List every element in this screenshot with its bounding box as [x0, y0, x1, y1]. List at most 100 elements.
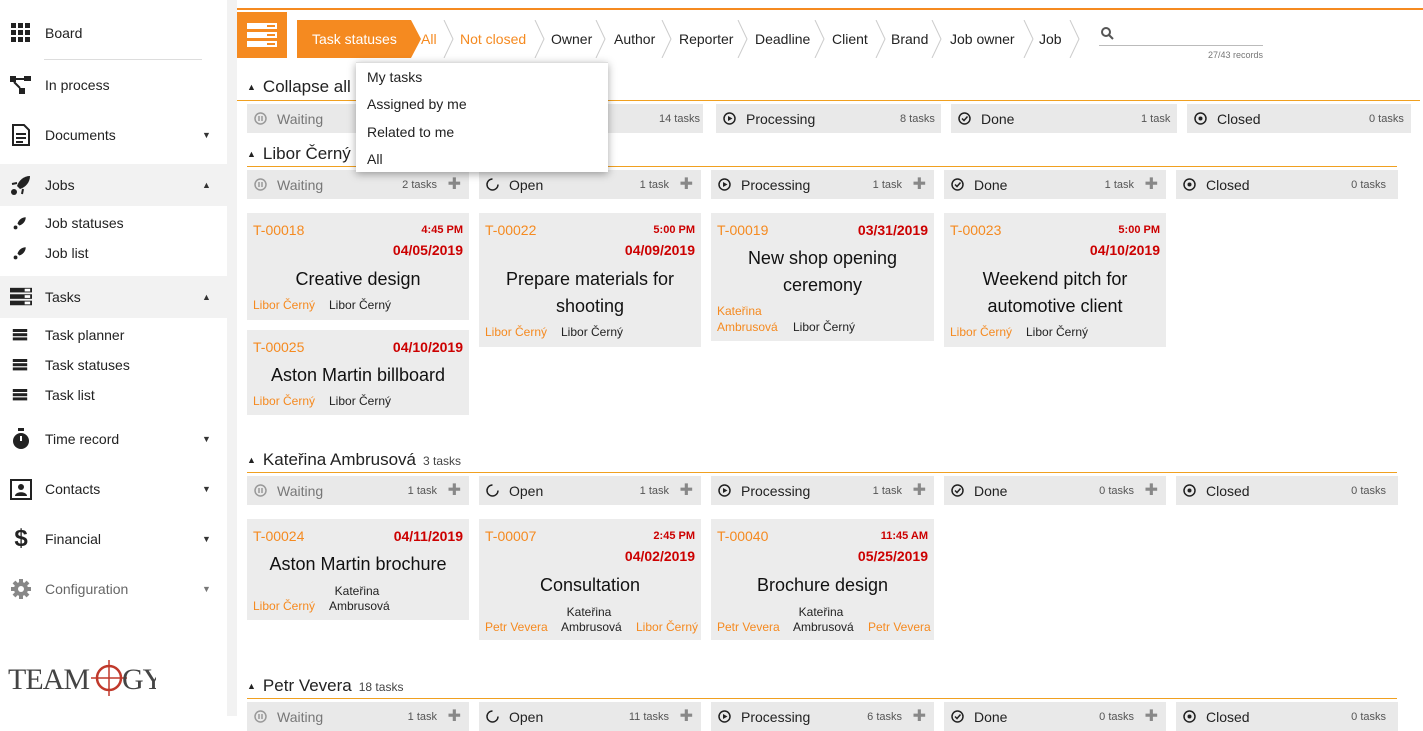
tasks-icon [12, 387, 28, 403]
column-count: 0 tasks [1351, 178, 1386, 191]
sidebar-item-jobs[interactable]: Jobs ▲ [0, 174, 227, 196]
task-card[interactable]: T-00040 11:45 AM 05/25/2019 Brochure des… [711, 519, 934, 640]
sidebar: Board In process Documents ▼ Jobs ▲ Job … [0, 0, 227, 716]
sidebar-item-job-statuses[interactable]: Job statuses [0, 214, 227, 232]
task-card[interactable]: T-00007 2:45 PM 04/02/2019 Consultation … [479, 519, 701, 640]
add-task-button[interactable]: ✚ [1145, 480, 1158, 500]
filter-job[interactable]: Job [1039, 20, 1062, 58]
sidebar-item-time-record[interactable]: Time record ▼ [0, 428, 227, 450]
add-task-button[interactable]: ✚ [680, 480, 693, 500]
column-label: Open [509, 708, 544, 725]
add-task-button[interactable]: ✚ [913, 480, 926, 500]
sidebar-item-task-planner[interactable]: Task planner [0, 326, 227, 344]
menu-button[interactable] [237, 12, 287, 58]
divider [247, 472, 1397, 473]
column-label: Done [981, 110, 1015, 127]
dropdown-item-my-tasks[interactable]: My tasks [367, 69, 422, 85]
status-column-header: Done 0 tasks ✚ [944, 476, 1166, 505]
sidebar-item-job-list[interactable]: Job list [0, 244, 227, 262]
pause-icon [254, 710, 267, 723]
group-header-katerina[interactable]: ▲ Kateřina Ambrusová 3 tasks [247, 450, 461, 470]
add-task-button[interactable]: ✚ [448, 480, 461, 500]
add-task-button[interactable]: ✚ [1145, 174, 1158, 194]
task-person: Libor Černý [253, 394, 316, 408]
filter-owner[interactable]: Owner [551, 20, 592, 58]
task-id[interactable]: T-00018 [253, 222, 304, 238]
task-id[interactable]: T-00019 [717, 222, 768, 238]
separator-chevron [814, 20, 825, 58]
add-task-button[interactable]: ✚ [913, 706, 926, 726]
rocket-icon [12, 245, 28, 261]
filter-reporter[interactable]: Reporter [679, 20, 733, 58]
add-task-button[interactable]: ✚ [448, 706, 461, 726]
column-count: 0 tasks [1099, 710, 1134, 723]
task-id[interactable]: T-00024 [253, 528, 304, 544]
add-task-button[interactable]: ✚ [913, 174, 926, 194]
check-circle-icon [951, 710, 964, 723]
dropdown-item-all[interactable]: All [367, 151, 383, 167]
sidebar-item-contacts[interactable]: Contacts ▼ [0, 478, 227, 500]
filter-deadline[interactable]: Deadline [755, 20, 810, 58]
filter-not-closed[interactable]: Not closed [460, 20, 526, 58]
column-count: 6 tasks [867, 710, 902, 723]
column-label: Closed [1217, 110, 1261, 127]
column-label: Closed [1206, 482, 1250, 499]
group-header-petr[interactable]: ▲ Petr Vevera 18 tasks [247, 676, 403, 696]
filter-brand[interactable]: Brand [891, 20, 928, 58]
column-label: Processing [746, 110, 816, 127]
sidebar-item-label: Configuration [45, 581, 129, 597]
add-task-button[interactable]: ✚ [680, 174, 693, 194]
task-id[interactable]: T-00040 [717, 528, 768, 544]
filter-job-owner[interactable]: Job owner [950, 20, 1015, 58]
task-id[interactable]: T-00007 [485, 528, 536, 544]
play-circle-icon [718, 178, 731, 191]
add-task-button[interactable]: ✚ [448, 174, 461, 194]
task-date: 04/02/2019 [624, 548, 695, 564]
collapse-all-toggle[interactable]: ▲ Collapse all [247, 77, 351, 97]
play-circle-icon [718, 484, 731, 497]
filter-author[interactable]: Author [614, 20, 655, 58]
sidebar-item-configuration[interactable]: Configuration ▼ [0, 578, 227, 600]
sidebar-item-tasks[interactable]: Tasks ▲ [0, 286, 227, 308]
task-id[interactable]: T-00022 [485, 222, 536, 238]
column-count: 0 tasks [1351, 710, 1386, 723]
sidebar-item-financial[interactable]: $ Financial ▼ [0, 525, 227, 552]
task-card[interactable]: T-00022 5:00 PM 04/09/2019 Prepare mater… [479, 213, 701, 347]
status-column-header: Done 0 tasks ✚ [944, 702, 1166, 731]
filter-client[interactable]: Client [832, 20, 868, 58]
filter-all[interactable]: All [421, 20, 437, 58]
column-label: Open [509, 176, 544, 193]
sidebar-item-label: Jobs [45, 177, 75, 193]
separator-chevron [443, 20, 454, 58]
dropdown-item-related-to-me[interactable]: Related to me [367, 124, 454, 140]
sidebar-item-in-process[interactable]: In process [0, 74, 227, 96]
task-id[interactable]: T-00023 [950, 222, 1001, 238]
column-label: Done [974, 708, 1008, 725]
column-label: Closed [1206, 176, 1250, 193]
task-card[interactable]: T-00025 04/10/2019 Aston Martin billboar… [247, 330, 469, 415]
column-count: 0 tasks [1351, 484, 1386, 497]
sidebar-item-documents[interactable]: Documents ▼ [0, 124, 227, 146]
task-id[interactable]: T-00025 [253, 339, 304, 355]
pause-icon [254, 112, 267, 125]
svg-text:GY: GY [122, 663, 156, 696]
flow-icon [10, 74, 32, 96]
add-task-button[interactable]: ✚ [680, 706, 693, 726]
sidebar-item-task-statuses[interactable]: Task statuses [0, 356, 227, 374]
task-card[interactable]: T-00018 4:45 PM 04/05/2019 Creative desi… [247, 213, 469, 320]
task-card[interactable]: T-00024 04/11/2019 Aston Martin brochure… [247, 519, 469, 620]
target-circle-icon [1183, 710, 1196, 723]
search-input[interactable] [1099, 24, 1263, 46]
task-card[interactable]: T-00023 5:00 PM 04/10/2019 Weekend pitch… [944, 213, 1166, 347]
open-circle-icon [486, 178, 499, 191]
add-task-button[interactable]: ✚ [1145, 706, 1158, 726]
group-header-libor[interactable]: ▲ Libor Černý [247, 144, 358, 164]
sidebar-item-board[interactable]: Board [0, 22, 227, 44]
task-card[interactable]: T-00019 03/31/2019 New shop opening cere… [711, 213, 934, 341]
separator-chevron [931, 20, 942, 58]
sidebar-item-task-list[interactable]: Task list [0, 386, 227, 404]
dropdown-item-assigned-by-me[interactable]: Assigned by me [367, 96, 467, 112]
column-count: 0 tasks [1369, 112, 1404, 125]
chevron-down-icon: ▼ [202, 130, 211, 140]
breadcrumb-task-statuses[interactable]: Task statuses [297, 20, 411, 58]
